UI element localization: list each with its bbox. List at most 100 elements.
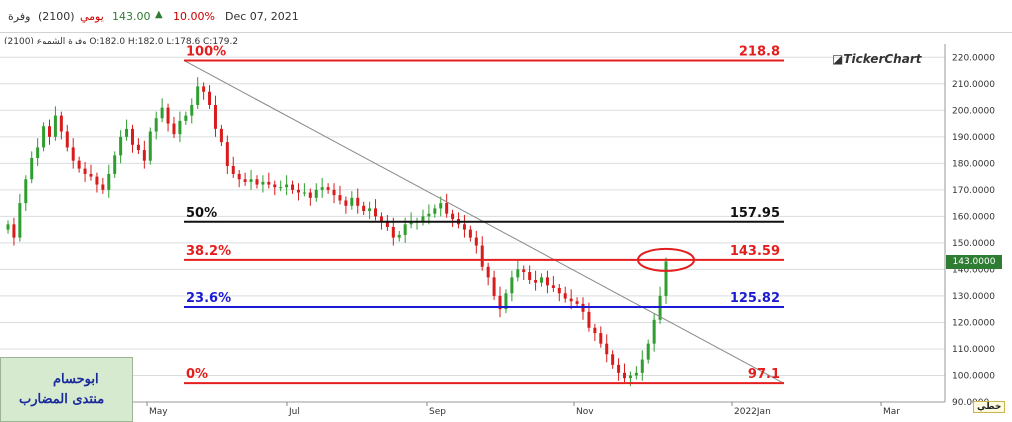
candle-body (302, 192, 306, 194)
y-tick-label: 210.0000 (952, 80, 995, 90)
candle-body (557, 287, 561, 294)
candle-body (148, 131, 152, 161)
candle-body (391, 226, 395, 238)
fib-percent-label: 23.6% (186, 291, 231, 306)
candle-body (486, 266, 490, 278)
candle-body (397, 234, 401, 238)
candle-body (113, 155, 117, 174)
candle-body (522, 269, 526, 273)
candle-body (403, 224, 407, 235)
candle-body (119, 136, 123, 156)
x-tick-label: Sep (429, 407, 446, 417)
candle-body (314, 189, 318, 198)
candle-body (83, 168, 87, 174)
candle-body (136, 144, 140, 151)
line-type-button[interactable]: خطي (973, 401, 1006, 413)
candle-body (634, 372, 638, 376)
candle-body (534, 280, 538, 283)
brand-logo: ◪TickerChart (832, 52, 922, 66)
candle-body (528, 272, 532, 281)
candle-body (24, 179, 28, 204)
candle-body (652, 319, 656, 344)
candle-body (255, 179, 259, 185)
fib-percent-label: 38.2% (186, 244, 231, 259)
candle-body (308, 192, 312, 198)
candle-body (261, 181, 265, 185)
candle-body (551, 285, 555, 288)
candle-body (462, 224, 466, 230)
y-tick-label: 180.0000 (952, 159, 995, 169)
chart-icon: ◪ (832, 52, 844, 66)
candle-body (326, 187, 330, 190)
candle-body (225, 142, 229, 166)
fib-value-label: 143.59 (730, 244, 780, 259)
watermark-line2: منتدى المضارب (19, 392, 105, 407)
candle-body (77, 160, 81, 169)
candle-body (95, 176, 99, 185)
candle-body (208, 91, 212, 105)
candle-body (587, 311, 591, 328)
candle-body (516, 269, 520, 278)
candle-body (332, 189, 336, 196)
y-tick-label: 170.0000 (952, 186, 995, 196)
fib-value-label: 125.82 (730, 291, 780, 306)
y-tick-label: 220.0000 (952, 53, 995, 63)
candle-body (125, 128, 129, 137)
x-tick-label: Jul (288, 407, 300, 417)
candle-body (219, 128, 223, 143)
candle-body (36, 147, 40, 159)
candle-body (427, 213, 431, 217)
candle-body (101, 184, 105, 190)
x-tick-label: May (149, 407, 168, 417)
candle-body (18, 203, 22, 238)
fib-value-label: 218.8 (739, 44, 780, 59)
candle-body (605, 343, 609, 355)
candle-body (160, 107, 164, 119)
candle-body (71, 147, 75, 161)
candle-body (107, 173, 111, 190)
candle-body (249, 179, 253, 182)
fib-percent-label: 0% (186, 367, 208, 382)
candle-body (243, 179, 247, 182)
candle-body (474, 237, 478, 246)
candle-body (65, 131, 69, 148)
candle-body (344, 200, 348, 206)
candle-body (593, 327, 597, 334)
y-tick-label: 200.0000 (952, 106, 995, 116)
fib-value-label: 157.95 (730, 206, 780, 221)
candle-body (172, 123, 176, 135)
last-price-marker: 143.0000 (946, 255, 1002, 269)
candle-body (611, 354, 615, 365)
y-tick-label: 110.0000 (952, 345, 995, 355)
candle-body (213, 104, 217, 129)
candle-body (12, 224, 16, 238)
candle-body (480, 245, 484, 267)
fib-percent-label: 100% (186, 44, 226, 59)
candle-body (291, 184, 295, 190)
candle-body (6, 224, 10, 230)
candle-body (285, 184, 289, 188)
candle-body (184, 115, 188, 121)
watermark-box: ابوحسام منتدى المضارب (0, 357, 133, 422)
candle-body (166, 107, 170, 124)
candle-body (196, 86, 200, 105)
candle-body (439, 203, 443, 209)
candle-body (368, 208, 372, 212)
candle-body (623, 372, 627, 379)
candle-body (628, 375, 632, 379)
candle-body (279, 187, 283, 189)
candle-body (563, 293, 567, 299)
candle-body (130, 128, 134, 145)
candle-body (362, 205, 366, 212)
candle-body (433, 208, 437, 214)
x-tick-label: 2022Jan (734, 407, 771, 417)
candle-body (89, 173, 93, 177)
candle-body (190, 104, 194, 116)
candle-body (237, 173, 241, 180)
candle-body (202, 86, 206, 92)
candle-body (545, 277, 549, 286)
candle-body (646, 343, 650, 360)
y-tick-label: 190.0000 (952, 133, 995, 143)
plot-area (0, 44, 945, 402)
candle-body (273, 184, 277, 188)
